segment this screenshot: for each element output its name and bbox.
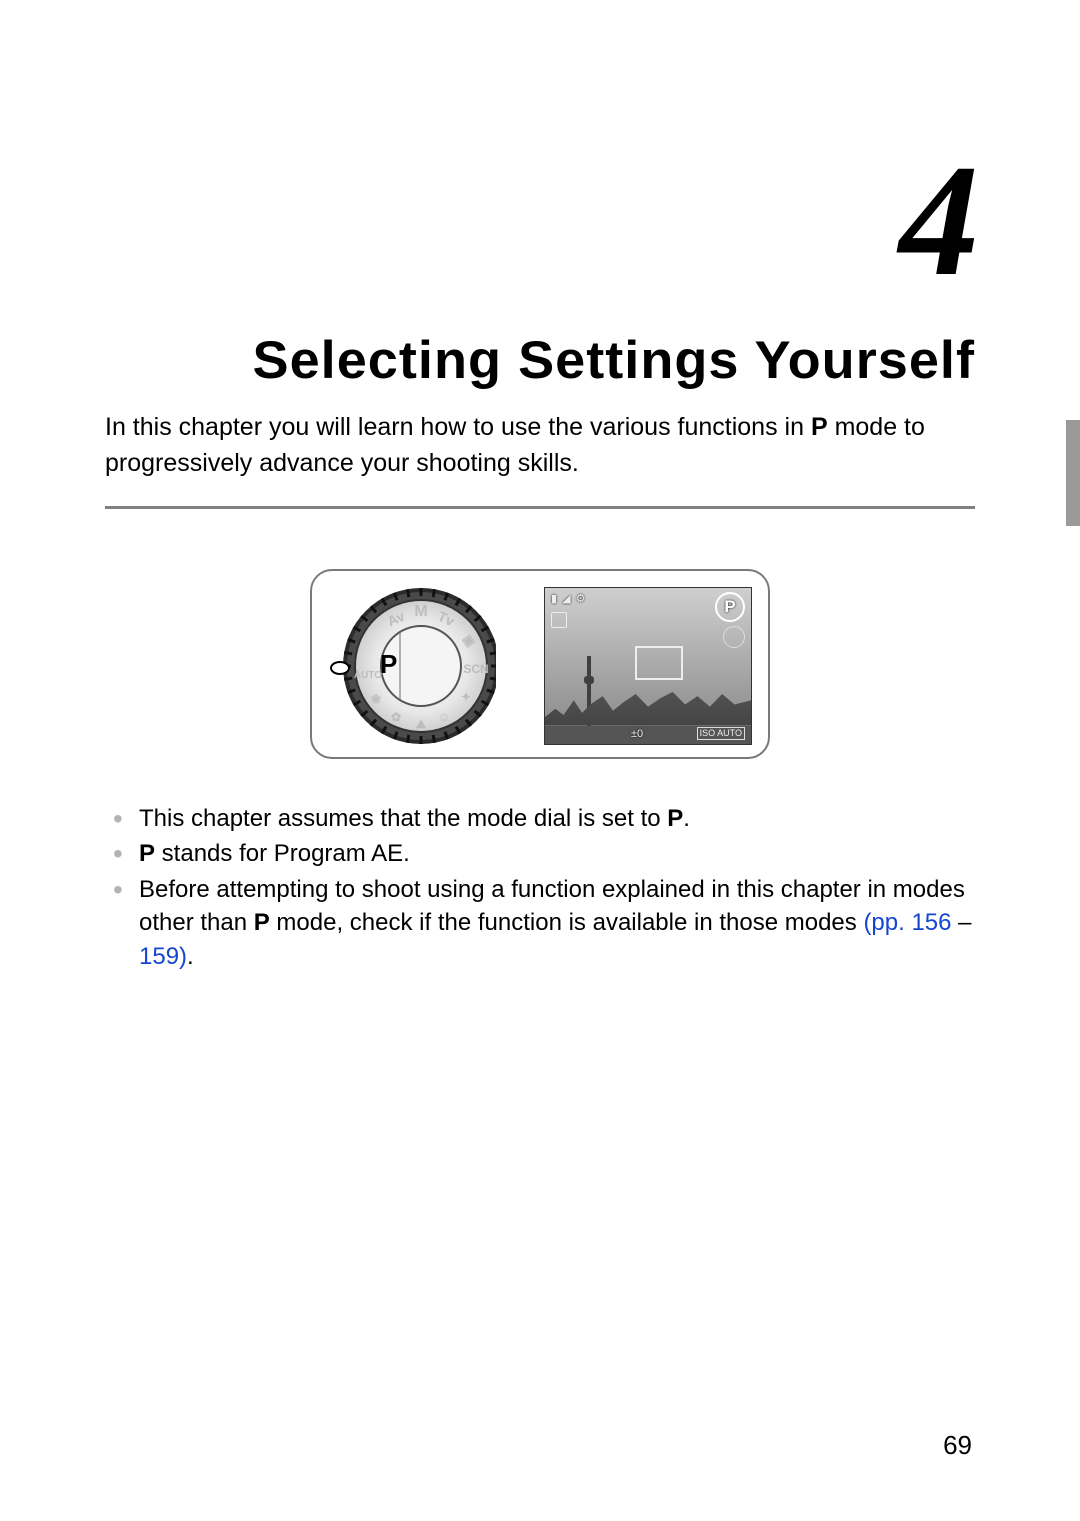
svg-text:☺: ☺ xyxy=(438,710,450,724)
svg-text:❀: ❀ xyxy=(371,692,381,706)
chapter-title: Selecting Settings Yourself xyxy=(88,330,975,391)
page-edge-tab xyxy=(1066,420,1080,526)
af-frame-icon xyxy=(635,646,683,680)
page-ref-link-159[interactable]: 159) xyxy=(139,943,187,970)
bullet-1-text-before: This chapter assumes that the mode dial … xyxy=(139,805,667,832)
p-mode-icon: P xyxy=(811,409,828,445)
mode-dial-illustration: M Av Tv ▣ SCN ✦ ☺ ⛰ ✿ ❀ AUTO P xyxy=(326,583,516,749)
chapter-intro: In this chapter you will learn how to us… xyxy=(105,409,975,482)
bullet-item-1: This chapter assumes that the mode dial … xyxy=(111,802,975,836)
bullet-1-text-after: . xyxy=(683,805,690,832)
bullet-list: This chapter assumes that the mode dial … xyxy=(105,802,975,974)
osd-p-mode-icon: P xyxy=(715,592,745,622)
figure-container: M Av Tv ▣ SCN ✦ ☺ ⛰ ✿ ❀ AUTO P xyxy=(105,569,975,764)
svg-text:⛰: ⛰ xyxy=(415,717,427,731)
svg-text:✦: ✦ xyxy=(461,690,471,704)
svg-text:✿: ✿ xyxy=(391,710,401,724)
bullet-item-3: Before attempting to shoot using a funct… xyxy=(111,873,975,974)
svg-text:AUTO: AUTO xyxy=(354,670,382,681)
bullet-3-period: . xyxy=(187,943,194,970)
bullet-3-dash: – xyxy=(952,909,972,936)
osd-top-icons: ▮ ◢ ⚙ xyxy=(551,592,587,605)
svg-text:SCN: SCN xyxy=(463,662,488,676)
osd-left-icon xyxy=(551,612,567,628)
page-number: 69 xyxy=(943,1430,972,1461)
osd-iso-label: ISO AUTO xyxy=(697,727,745,740)
page-ref-link-156[interactable]: (pp. 156 xyxy=(863,909,951,936)
chapter-number: 4 xyxy=(105,140,975,300)
mode-dial-icon: M Av Tv ▣ SCN ✦ ☺ ⛰ ✿ ❀ AUTO P xyxy=(326,583,496,749)
section-divider xyxy=(105,506,975,509)
dial-index-mark-icon xyxy=(330,661,350,675)
svg-text:M: M xyxy=(414,603,427,620)
bullet-item-2: P stands for Program AE. xyxy=(111,837,975,871)
svg-text:P: P xyxy=(380,649,397,679)
osd-right-icon xyxy=(723,626,745,648)
p-mode-icon: P xyxy=(667,802,683,836)
camera-illustration: M Av Tv ▣ SCN ✦ ☺ ⛰ ✿ ❀ AUTO P xyxy=(310,569,770,759)
manual-page: 4 Selecting Settings Yourself In this ch… xyxy=(0,0,1080,1521)
osd-ev-label: ±0 xyxy=(631,728,643,740)
bullet-2-text: stands for Program AE. xyxy=(155,840,410,867)
intro-text-1: In this chapter you will learn how to us… xyxy=(105,413,811,441)
p-mode-icon: P xyxy=(139,837,155,871)
bullet-3-text-after: mode, check if the function is available… xyxy=(270,909,864,936)
lcd-preview-illustration: ▮ ◢ ⚙ P ±0 ISO AUTO xyxy=(544,587,752,745)
p-mode-icon: P xyxy=(254,906,270,940)
